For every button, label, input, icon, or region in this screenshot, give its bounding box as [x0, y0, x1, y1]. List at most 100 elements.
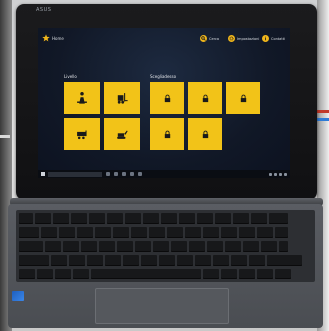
tray-icon[interactable] [279, 172, 282, 176]
spacebar[interactable] [91, 269, 201, 279]
info-icon [262, 35, 269, 42]
tile-locked-3[interactable] [226, 82, 260, 114]
key[interactable] [117, 241, 133, 252]
key[interactable] [275, 227, 288, 238]
key[interactable] [143, 213, 159, 224]
key[interactable] [45, 241, 61, 252]
key[interactable] [51, 255, 67, 266]
key[interactable] [185, 227, 201, 238]
key[interactable] [197, 213, 213, 224]
key[interactable] [105, 255, 121, 266]
tile-locked-5[interactable] [188, 118, 222, 150]
key[interactable] [195, 255, 211, 266]
key[interactable] [131, 227, 147, 238]
key[interactable] [63, 241, 79, 252]
contacts-button[interactable]: Contatti [262, 35, 285, 42]
key[interactable] [53, 213, 69, 224]
key[interactable] [19, 255, 49, 266]
taskbar-app-icon[interactable] [106, 172, 110, 176]
excavator-icon [117, 130, 128, 139]
keyboard-row [19, 213, 288, 224]
tray-icon[interactable] [284, 172, 287, 176]
key[interactable] [87, 255, 103, 266]
key[interactable] [231, 255, 247, 266]
tray-icon[interactable] [269, 172, 272, 176]
key[interactable] [207, 241, 223, 252]
key[interactable] [213, 255, 229, 266]
key[interactable] [81, 241, 97, 252]
key[interactable] [89, 213, 105, 224]
taskbar-app-icon[interactable] [122, 172, 126, 176]
key[interactable] [153, 241, 169, 252]
key[interactable] [19, 269, 35, 279]
lock-icon [164, 130, 170, 138]
touchpad[interactable] [95, 288, 229, 324]
windows-start-icon[interactable] [41, 172, 45, 176]
taskbar-app-icon[interactable] [114, 172, 118, 176]
key[interactable] [149, 227, 165, 238]
key[interactable] [267, 255, 302, 266]
tile-livello-1[interactable] [64, 82, 100, 114]
tile-livello-3[interactable] [64, 118, 100, 150]
key[interactable] [221, 269, 237, 279]
key[interactable] [261, 241, 277, 252]
key[interactable] [77, 227, 93, 238]
key[interactable] [41, 227, 57, 238]
key[interactable] [19, 213, 33, 224]
key[interactable] [95, 227, 111, 238]
key[interactable] [249, 255, 265, 266]
key[interactable] [221, 227, 237, 238]
key[interactable] [177, 255, 193, 266]
taskbar-search-box[interactable] [48, 171, 102, 177]
key[interactable] [203, 227, 219, 238]
key[interactable] [99, 241, 115, 252]
tile-livello-4[interactable] [104, 118, 140, 150]
arrow-key[interactable] [239, 269, 255, 279]
tile-locked-1[interactable] [150, 82, 184, 114]
arrow-key[interactable] [275, 269, 291, 279]
tile-locked-2[interactable] [188, 82, 222, 114]
key[interactable] [269, 213, 288, 224]
arrow-key[interactable] [257, 269, 273, 279]
settings-button[interactable]: Impostazioni [228, 35, 259, 42]
home-button[interactable]: Home [42, 34, 64, 42]
key[interactable] [141, 255, 157, 266]
taskbar-app-icon[interactable] [130, 172, 134, 176]
key[interactable] [69, 255, 85, 266]
key[interactable] [135, 241, 151, 252]
key[interactable] [243, 241, 259, 252]
key[interactable] [35, 213, 51, 224]
key[interactable] [239, 227, 255, 238]
key[interactable] [113, 227, 129, 238]
tray-icon[interactable] [274, 172, 277, 176]
key[interactable] [225, 241, 241, 252]
key[interactable] [73, 269, 89, 279]
key[interactable] [215, 213, 231, 224]
key[interactable] [161, 213, 177, 224]
tile-locked-4[interactable] [150, 118, 184, 150]
key[interactable] [107, 213, 123, 224]
taskbar-app-icon[interactable] [138, 172, 142, 176]
key[interactable] [203, 269, 219, 279]
keyboard-row [19, 269, 291, 279]
key[interactable] [189, 241, 205, 252]
windows-key[interactable] [55, 269, 71, 279]
key[interactable] [19, 227, 39, 238]
key[interactable] [59, 227, 75, 238]
key[interactable] [125, 213, 141, 224]
key[interactable] [279, 241, 288, 252]
key[interactable] [179, 213, 195, 224]
key[interactable] [159, 255, 175, 266]
search-button[interactable]: Cerca [200, 35, 219, 42]
section-title-livello: Livello [64, 74, 77, 79]
key[interactable] [19, 241, 43, 252]
key[interactable] [167, 227, 183, 238]
key[interactable] [251, 213, 267, 224]
key[interactable] [171, 241, 187, 252]
key[interactable] [37, 269, 53, 279]
key[interactable] [233, 213, 249, 224]
key[interactable] [71, 213, 87, 224]
key[interactable] [123, 255, 139, 266]
tile-livello-2[interactable] [104, 82, 140, 114]
key[interactable] [257, 227, 273, 238]
